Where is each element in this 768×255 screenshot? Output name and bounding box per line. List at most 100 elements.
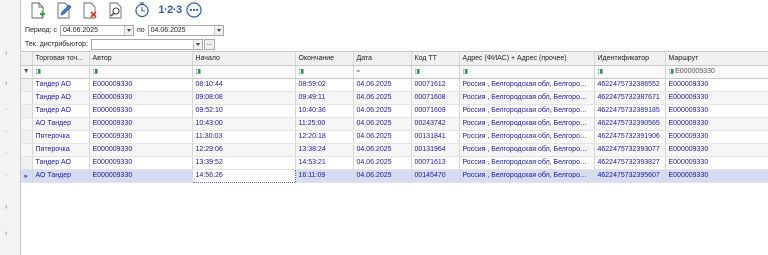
numbering-button[interactable]: 1·2·3 [158,1,182,19]
table-row[interactable]: Тандер АО E000009330 13:39:52 14:53:21 04.06… [21,156,768,170]
filter-cell-end[interactable]: ▯▮ [295,65,354,79]
cell-outlet[interactable]: АО Тандер [32,117,90,131]
side-chevron-icon[interactable]: › [5,204,7,211]
cell-author[interactable]: E000009330 [89,78,193,92]
filter-cell-outlet-code[interactable]: ▯▮ [411,65,460,79]
cell-identifier[interactable]: 4622475732391906 [594,130,666,144]
filter-cell-address[interactable]: ▯▮ [459,65,595,79]
cell-address[interactable]: Россия , Белгородская обл, Белгород ... [459,169,595,183]
column-header-end[interactable]: Окончание [295,52,354,66]
cell-start[interactable]: 14:56:26 [191,168,296,183]
column-header-identifier[interactable]: Идентификатор [594,52,666,66]
row-indicator[interactable] [21,130,33,144]
row-indicator[interactable] [21,143,33,157]
cell-outlet-code[interactable]: 00071608 [411,91,460,105]
cell-outlet[interactable]: АО Тандер [32,169,90,183]
filter-funnel-icon[interactable]: ▼ [21,65,33,79]
row-indicator[interactable] [21,156,33,170]
cell-date[interactable]: 04.06.2025 [353,156,412,170]
cell-date[interactable]: 04.06.2025 [353,104,412,118]
distributor-select-button[interactable]: ... [203,38,215,50]
side-chevron-icon[interactable]: › [5,80,7,87]
cell-route[interactable]: E000009330 [665,156,768,170]
chevron-down-icon[interactable] [192,39,202,49]
cell-start[interactable]: 13:39:52 [192,156,296,170]
edit-document-button[interactable] [55,1,73,19]
cell-end[interactable]: 09:49:11 [295,91,354,105]
cell-end[interactable]: 13:38:24 [295,143,354,157]
cell-outlet-code[interactable]: 00131841 [411,130,460,144]
cell-address[interactable]: Россия , Белгородская обл, Белгород ... [459,130,595,144]
cell-end[interactable]: 14:53:21 [295,156,354,170]
chevron-down-icon[interactable] [213,25,223,35]
filter-cell-route[interactable]: ▯▮ E000009330 [665,65,768,79]
table-row[interactable]: Пятерочка E000009330 11:30:03 12:20:18 04.06… [21,130,768,144]
cell-address[interactable]: Россия , Белгородская обл, Белгород ... [459,78,595,92]
cell-outlet[interactable]: Пятерочка [32,130,90,144]
table-row[interactable]: Тандер АО E000009330 09:52:10 10:40:36 04.06… [21,104,768,118]
cell-route[interactable]: E000009330 [665,104,768,118]
cell-outlet-code[interactable]: 00071609 [411,104,460,118]
cell-route[interactable]: E000009330 [665,117,768,131]
cell-author[interactable]: E000009330 [89,117,193,131]
cell-identifier[interactable]: 4622475732389185 [594,104,666,118]
column-header-author[interactable]: Автор [89,52,193,66]
table-row[interactable]: Тандер АО E000009330 08:10:44 08:59:02 04.06… [21,78,768,92]
table-row[interactable]: Тандер АО E000009330 09:08:08 09:49:11 04.06… [21,91,768,105]
period-from-field[interactable]: 04.06.2025 [59,24,134,36]
filter-cell-outlet[interactable]: ▯▮ [32,65,90,79]
cell-route[interactable]: E000009330 [665,169,768,183]
cell-outlet[interactable]: Пятерочка [32,143,90,157]
cell-route[interactable]: E000009330 [665,143,768,157]
cell-identifier[interactable]: 4622475732393827 [594,156,666,170]
column-header-address[interactable]: Адрес (ФИАС) + Адрес (прочее) [459,52,595,66]
cell-identifier[interactable]: 4622475732393077 [594,143,666,157]
cell-start[interactable]: 12:29:06 [192,143,296,157]
cell-end[interactable]: 10:40:36 [295,104,354,118]
history-button[interactable] [133,1,151,19]
cell-date[interactable]: 04.06.2025 [353,130,412,144]
filter-cell-author[interactable]: ▯▮ [89,65,193,79]
cell-end[interactable]: 16:11:09 [295,169,354,183]
cell-start[interactable]: 10:43:00 [192,117,296,131]
more-button[interactable] [185,1,203,19]
cell-date[interactable]: 04.06.2025 [353,143,412,157]
chevron-down-icon[interactable] [123,25,133,35]
table-row[interactable]: ▸ АО Тандер E000009330 14:56:26 16:11:09 04.0… [21,168,768,183]
cell-author[interactable]: E000009330 [89,143,193,157]
row-indicator[interactable] [21,117,33,131]
delete-document-button[interactable] [81,1,99,19]
distributor-field[interactable] [90,38,203,50]
cell-outlet[interactable]: Тандер АО [32,104,90,118]
cell-address[interactable]: Россия , Белгородская обл, Белгород ... [459,156,595,170]
row-indicator[interactable] [21,91,33,105]
column-header-route[interactable]: Маршрут [665,52,768,66]
cell-start[interactable]: 11:30:03 [192,130,296,144]
cell-outlet-code[interactable]: 00071612 [411,78,460,92]
cell-start[interactable]: 09:08:08 [192,91,296,105]
column-header-start[interactable]: Начало [192,52,296,66]
column-header-outlet-code[interactable]: Код ТТ [411,52,460,66]
cell-end[interactable]: 12:20:18 [295,130,354,144]
cell-end[interactable]: 08:59:02 [295,78,354,92]
cell-start[interactable]: 08:10:44 [192,78,296,92]
cell-address[interactable]: Россия , Белгородская обл, Белгород ... [459,91,595,105]
cell-address[interactable]: Россия , Белгородская обл, Белгород ... [459,117,595,131]
cell-identifier[interactable]: 4622475732390565 [594,117,666,131]
cell-date[interactable]: 04.06.2025 [353,117,412,131]
cell-start[interactable]: 09:52:10 [192,104,296,118]
table-row[interactable]: Пятерочка E000009330 12:29:06 13:38:24 04.06… [21,143,768,157]
cell-author[interactable]: E000009330 [89,91,193,105]
cell-outlet-code[interactable]: 00145470 [411,169,460,183]
row-indicator[interactable]: ▸ [21,169,33,183]
cell-end[interactable]: 11:25:00 [295,117,354,131]
cell-outlet-code[interactable]: 00243742 [411,117,460,131]
cell-outlet[interactable]: Тандер АО [32,78,90,92]
cell-author[interactable]: E000009330 [89,104,193,118]
table-row[interactable]: АО Тандер E000009330 10:43:00 11:25:00 04.06… [21,117,768,131]
cell-outlet[interactable]: Тандер АО [32,156,90,170]
filter-cell-identifier[interactable]: ▯▮ [594,65,666,79]
filter-cell-start[interactable]: ▯▮ [192,65,296,79]
cell-author[interactable]: E000009330 [89,130,193,144]
side-chevron-icon[interactable]: › [5,50,7,57]
